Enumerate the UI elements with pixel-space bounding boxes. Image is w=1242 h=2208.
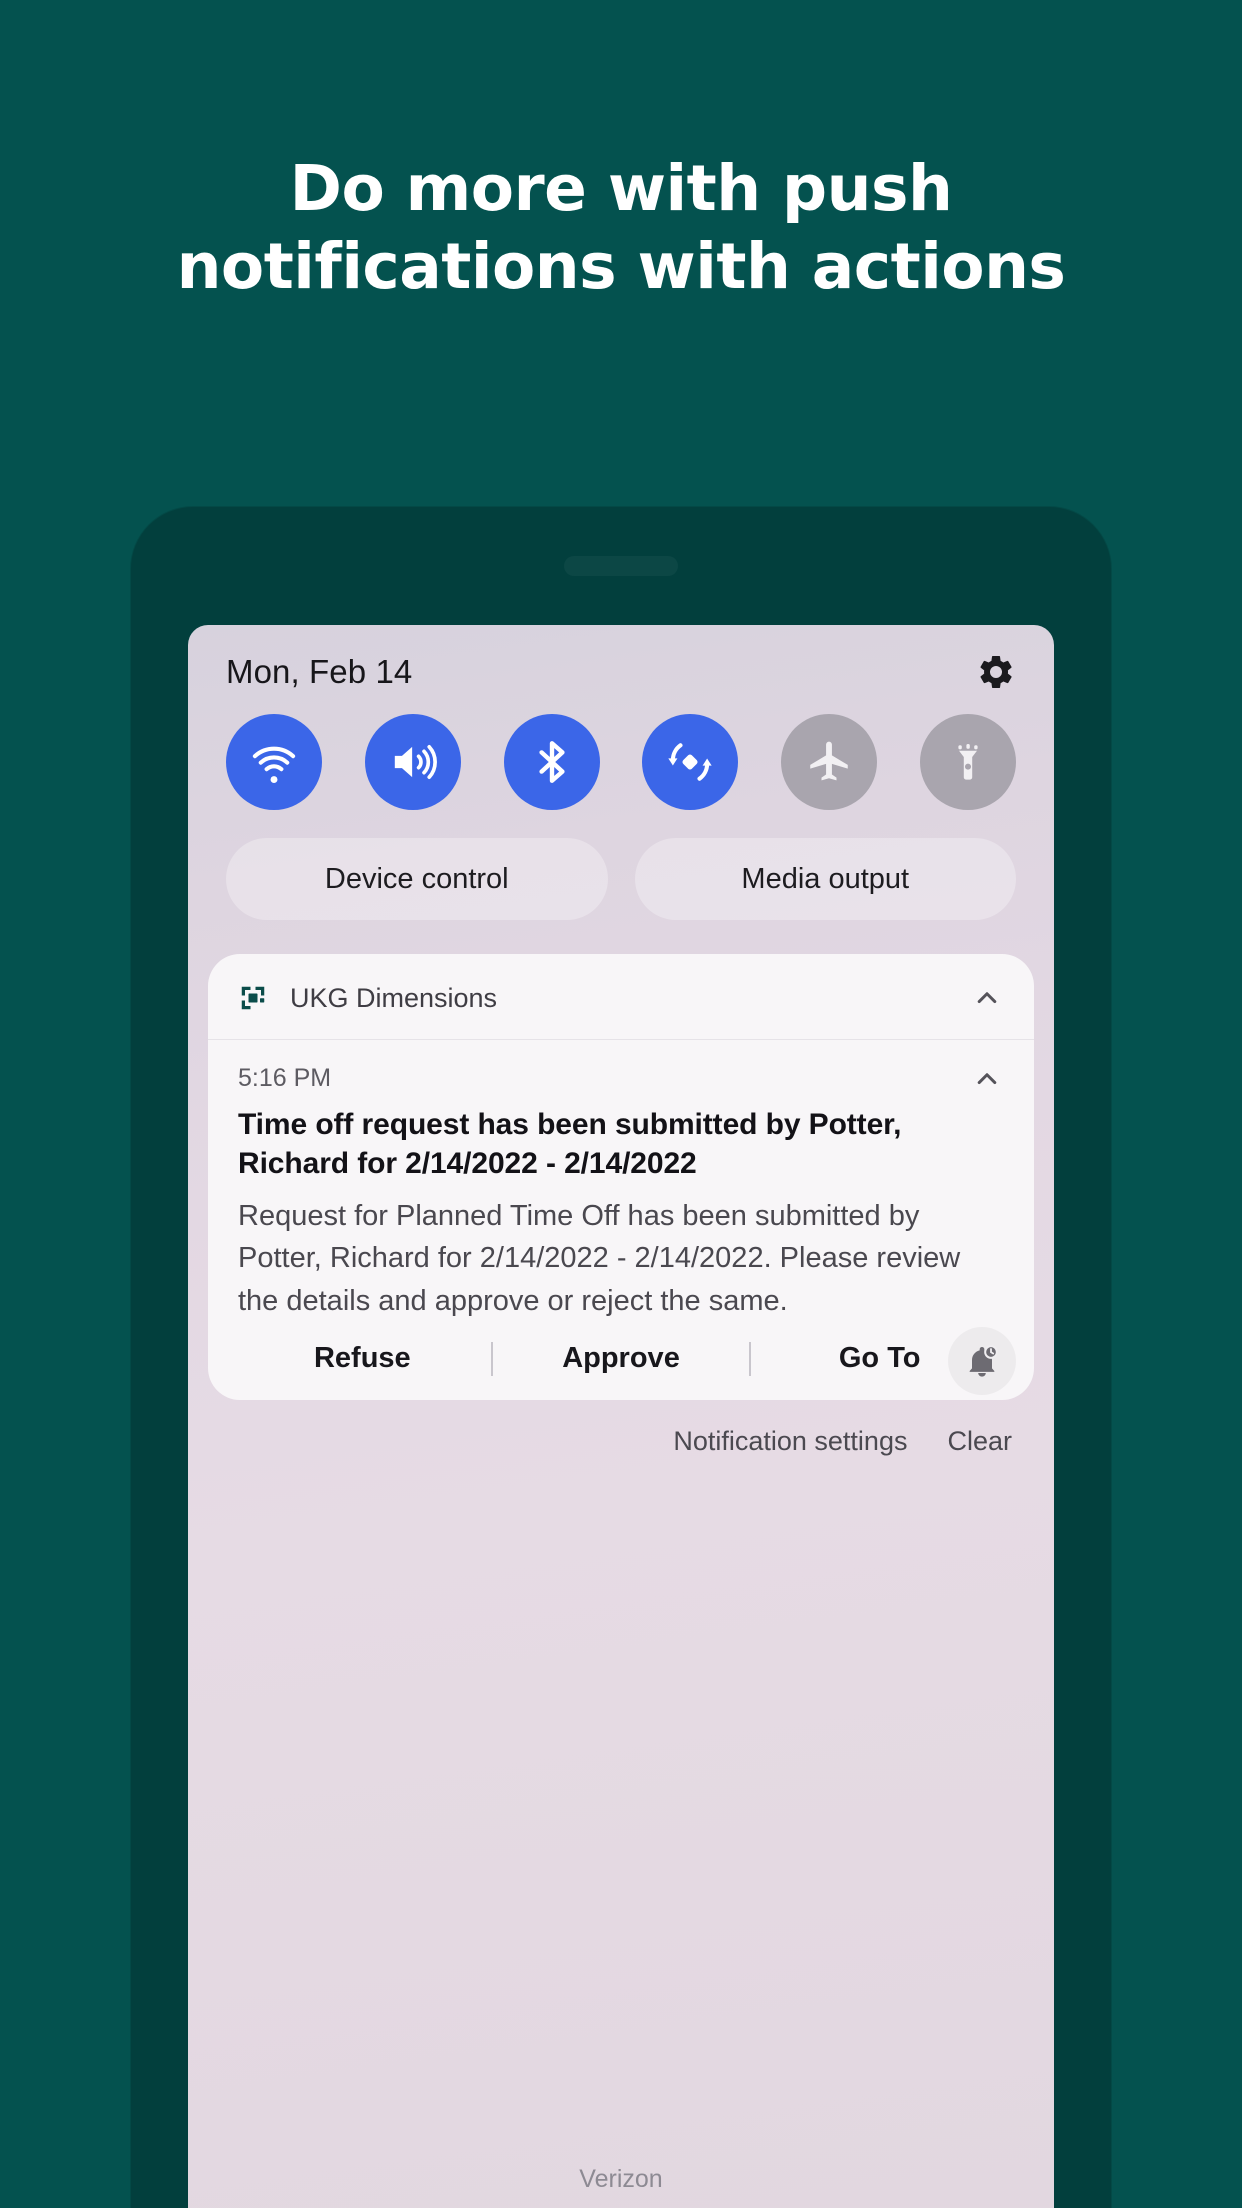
gear-icon: [980, 655, 1012, 688]
refuse-button[interactable]: Refuse: [234, 1342, 491, 1375]
phone-screen: Mon, Feb 14 Device control Media output …: [188, 625, 1054, 2208]
chevron-up-icon[interactable]: [970, 981, 1004, 1015]
settings-button[interactable]: [976, 652, 1016, 692]
flashlight-toggle[interactable]: [919, 714, 1016, 810]
notification-title: Time off request has been submitted by P…: [238, 1108, 902, 1180]
notification-card: UKG Dimensions 5:16 PM Time off request …: [208, 954, 1034, 1400]
notification-shade-footer: Notification settings Clear: [188, 1400, 1054, 1457]
quick-settings-toggles: [188, 692, 1054, 810]
airplane-icon: [810, 741, 848, 781]
phone-earpiece: [564, 556, 678, 576]
wifi-icon: [252, 746, 296, 784]
sound-toggle[interactable]: [364, 714, 461, 810]
approve-button[interactable]: Approve: [493, 1342, 750, 1375]
notification-time: 5:16 PM: [238, 1064, 332, 1092]
auto-rotate-toggle[interactable]: [642, 714, 739, 810]
bluetooth-toggle[interactable]: [503, 714, 600, 810]
page-title-line-1: Do more with push: [289, 152, 953, 225]
carrier-label: Verizon: [579, 2165, 663, 2193]
device-control-button[interactable]: Device control: [226, 838, 608, 920]
quick-settings-pills: Device control Media output: [188, 810, 1054, 920]
auto-rotate-icon: [668, 743, 713, 781]
notification-text: Request for Planned Time Off has been su…: [238, 1200, 961, 1317]
notification-collapse-icon[interactable]: [970, 1062, 1004, 1096]
bluetooth-icon: [538, 741, 565, 783]
notification-settings-link[interactable]: Notification settings: [673, 1426, 907, 1457]
snooze-button[interactable]: [948, 1326, 1016, 1395]
notification-app-row[interactable]: UKG Dimensions: [208, 954, 1034, 1040]
notification-app-name: UKG Dimensions: [290, 982, 498, 1013]
clear-button[interactable]: Clear: [947, 1426, 1012, 1457]
flashlight-icon: [958, 744, 978, 780]
quick-settings-header: Mon, Feb 14: [188, 625, 1054, 692]
phone-mockup: Mon, Feb 14 Device control Media output …: [131, 507, 1111, 2208]
media-output-label: Media output: [741, 862, 910, 895]
notification-body: 5:16 PM Time off request has been submit…: [208, 1040, 1034, 1322]
media-output-button[interactable]: Media output: [634, 838, 1016, 920]
notification-actions: Refuse Approve Go To: [208, 1322, 1034, 1400]
bell-clock-icon: [969, 1345, 998, 1377]
page-title: Do more with push notifications with act…: [0, 150, 1242, 306]
sound-icon: [394, 744, 437, 780]
device-control-label: Device control: [324, 862, 509, 895]
page-title-line-2: notifications with actions: [176, 230, 1066, 304]
ukg-dimensions-icon: [241, 986, 265, 1010]
wifi-toggle[interactable]: [226, 714, 322, 810]
airplane-toggle[interactable]: [781, 714, 878, 810]
quick-settings-date: Mon, Feb 14: [226, 653, 413, 690]
